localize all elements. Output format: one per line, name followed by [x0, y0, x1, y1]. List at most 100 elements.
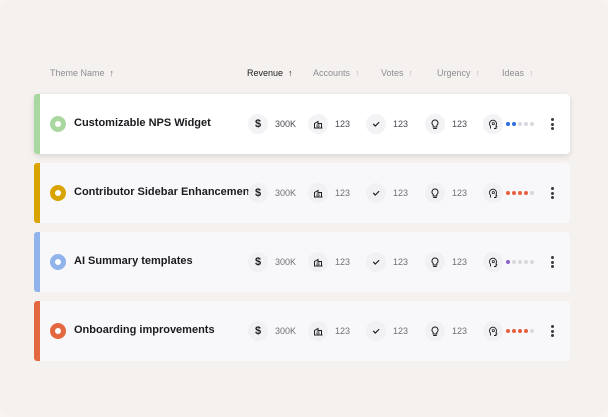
accounts-value: 123 — [335, 188, 351, 198]
level-dot — [518, 122, 522, 126]
theme-title[interactable]: Contributor Sidebar Enhancements — [74, 186, 259, 198]
sort-arrow-icon: ↑ — [109, 68, 115, 78]
dollar-icon: $ — [248, 321, 268, 341]
votes-value: 123 — [393, 188, 409, 198]
sort-arrow-icon: ↑ — [355, 68, 360, 78]
level-dot — [512, 260, 516, 264]
ideas-icon-cell — [483, 183, 503, 203]
level-dot — [506, 122, 510, 126]
sort-arrow-icon: ↑ — [288, 68, 293, 78]
idea-head-icon — [483, 114, 503, 134]
revenue-cell: $ 300K — [248, 252, 296, 272]
accounts-value: 123 — [335, 119, 351, 129]
building-icon — [308, 183, 328, 203]
lightbulb-icon — [425, 321, 445, 341]
accounts-cell: 123 — [308, 183, 350, 203]
column-header-votes[interactable]: Votes ↑ — [381, 68, 413, 78]
lightbulb-icon — [425, 252, 445, 272]
ideas-level-dots — [506, 329, 534, 333]
level-dot — [518, 329, 522, 333]
urgency-value: 123 — [452, 326, 468, 336]
theme-title[interactable]: AI Summary templates — [74, 255, 193, 267]
revenue-value: 300K — [275, 326, 297, 336]
building-icon — [308, 321, 328, 341]
theme-color-marker — [50, 254, 66, 270]
level-dot — [512, 122, 516, 126]
table-row[interactable]: AI Summary templates $ 300K 123 123 123 — [34, 232, 570, 292]
level-dot — [512, 191, 516, 195]
column-label: Ideas — [502, 68, 525, 78]
ideas-level-dots — [506, 191, 534, 195]
accounts-value: 123 — [335, 257, 351, 267]
theme-title[interactable]: Onboarding improvements — [74, 324, 215, 336]
ideas-icon-cell — [483, 252, 503, 272]
theme-color-marker — [50, 116, 66, 132]
accounts-cell: 123 — [308, 321, 350, 341]
column-label: Votes — [381, 68, 404, 78]
revenue-value: 300K — [275, 257, 297, 267]
column-label: Revenue — [247, 68, 284, 78]
row-color-stripe — [34, 301, 40, 361]
building-icon — [308, 252, 328, 272]
ideas-icon-cell — [483, 114, 503, 134]
theme-title[interactable]: Customizable NPS Widget — [74, 117, 211, 129]
check-icon — [366, 321, 386, 341]
urgency-value: 123 — [452, 119, 468, 129]
accounts-value: 123 — [335, 326, 351, 336]
ideas-level-dots — [506, 260, 534, 264]
themes-card: Theme Name ↑ Revenue ↑ Accounts ↑ Votes … — [0, 0, 608, 417]
votes-cell: 123 — [366, 114, 408, 134]
sort-arrow-icon: ↑ — [529, 68, 534, 78]
more-options-icon[interactable] — [547, 185, 557, 201]
revenue-value: 300K — [275, 119, 297, 129]
sort-arrow-icon: ↑ — [408, 68, 414, 78]
level-dot — [530, 260, 534, 264]
urgency-value: 123 — [452, 188, 468, 198]
level-dot — [518, 191, 522, 195]
more-options-icon[interactable] — [547, 323, 557, 339]
idea-head-icon — [483, 321, 503, 341]
votes-value: 123 — [393, 257, 409, 267]
level-dot — [506, 260, 510, 264]
level-dot — [524, 122, 528, 126]
column-label: Accounts — [313, 68, 351, 78]
column-label: Urgency — [437, 68, 471, 78]
level-dot — [530, 191, 534, 195]
urgency-cell: 123 — [425, 321, 467, 341]
dollar-icon: $ — [248, 252, 268, 272]
column-header-ideas[interactable]: Ideas ↑ — [502, 68, 534, 78]
votes-cell: 123 — [366, 321, 408, 341]
level-dot — [512, 329, 516, 333]
more-options-icon[interactable] — [547, 254, 557, 270]
revenue-value: 300K — [275, 188, 297, 198]
idea-head-icon — [483, 183, 503, 203]
dollar-icon: $ — [248, 114, 268, 134]
row-color-stripe — [34, 232, 40, 292]
ideas-level-dots — [506, 122, 534, 126]
table-row[interactable]: Contributor Sidebar Enhancements $ 300K … — [34, 163, 570, 223]
votes-cell: 123 — [366, 183, 408, 203]
table-row[interactable]: Onboarding improvements $ 300K 123 123 1… — [34, 301, 570, 361]
column-header-theme-name[interactable]: Theme Name ↑ — [50, 68, 114, 78]
column-header-revenue[interactable]: Revenue ↑ — [247, 68, 293, 78]
level-dot — [530, 329, 534, 333]
lightbulb-icon — [425, 114, 445, 134]
votes-value: 123 — [393, 119, 409, 129]
lightbulb-icon — [425, 183, 445, 203]
theme-color-marker — [50, 185, 66, 201]
level-dot — [506, 329, 510, 333]
level-dot — [524, 329, 528, 333]
theme-color-marker — [50, 323, 66, 339]
table-row[interactable]: Customizable NPS Widget $ 300K 123 123 1… — [34, 94, 570, 154]
column-header-accounts[interactable]: Accounts ↑ — [313, 68, 360, 78]
column-header-urgency[interactable]: Urgency ↑ — [437, 68, 480, 78]
row-color-stripe — [34, 163, 40, 223]
more-options-icon[interactable] — [547, 116, 557, 132]
revenue-cell: $ 300K — [248, 183, 296, 203]
level-dot — [518, 260, 522, 264]
accounts-cell: 123 — [308, 252, 350, 272]
check-icon — [366, 114, 386, 134]
check-icon — [366, 183, 386, 203]
sort-arrow-icon: ↑ — [475, 68, 481, 78]
level-dot — [524, 260, 528, 264]
